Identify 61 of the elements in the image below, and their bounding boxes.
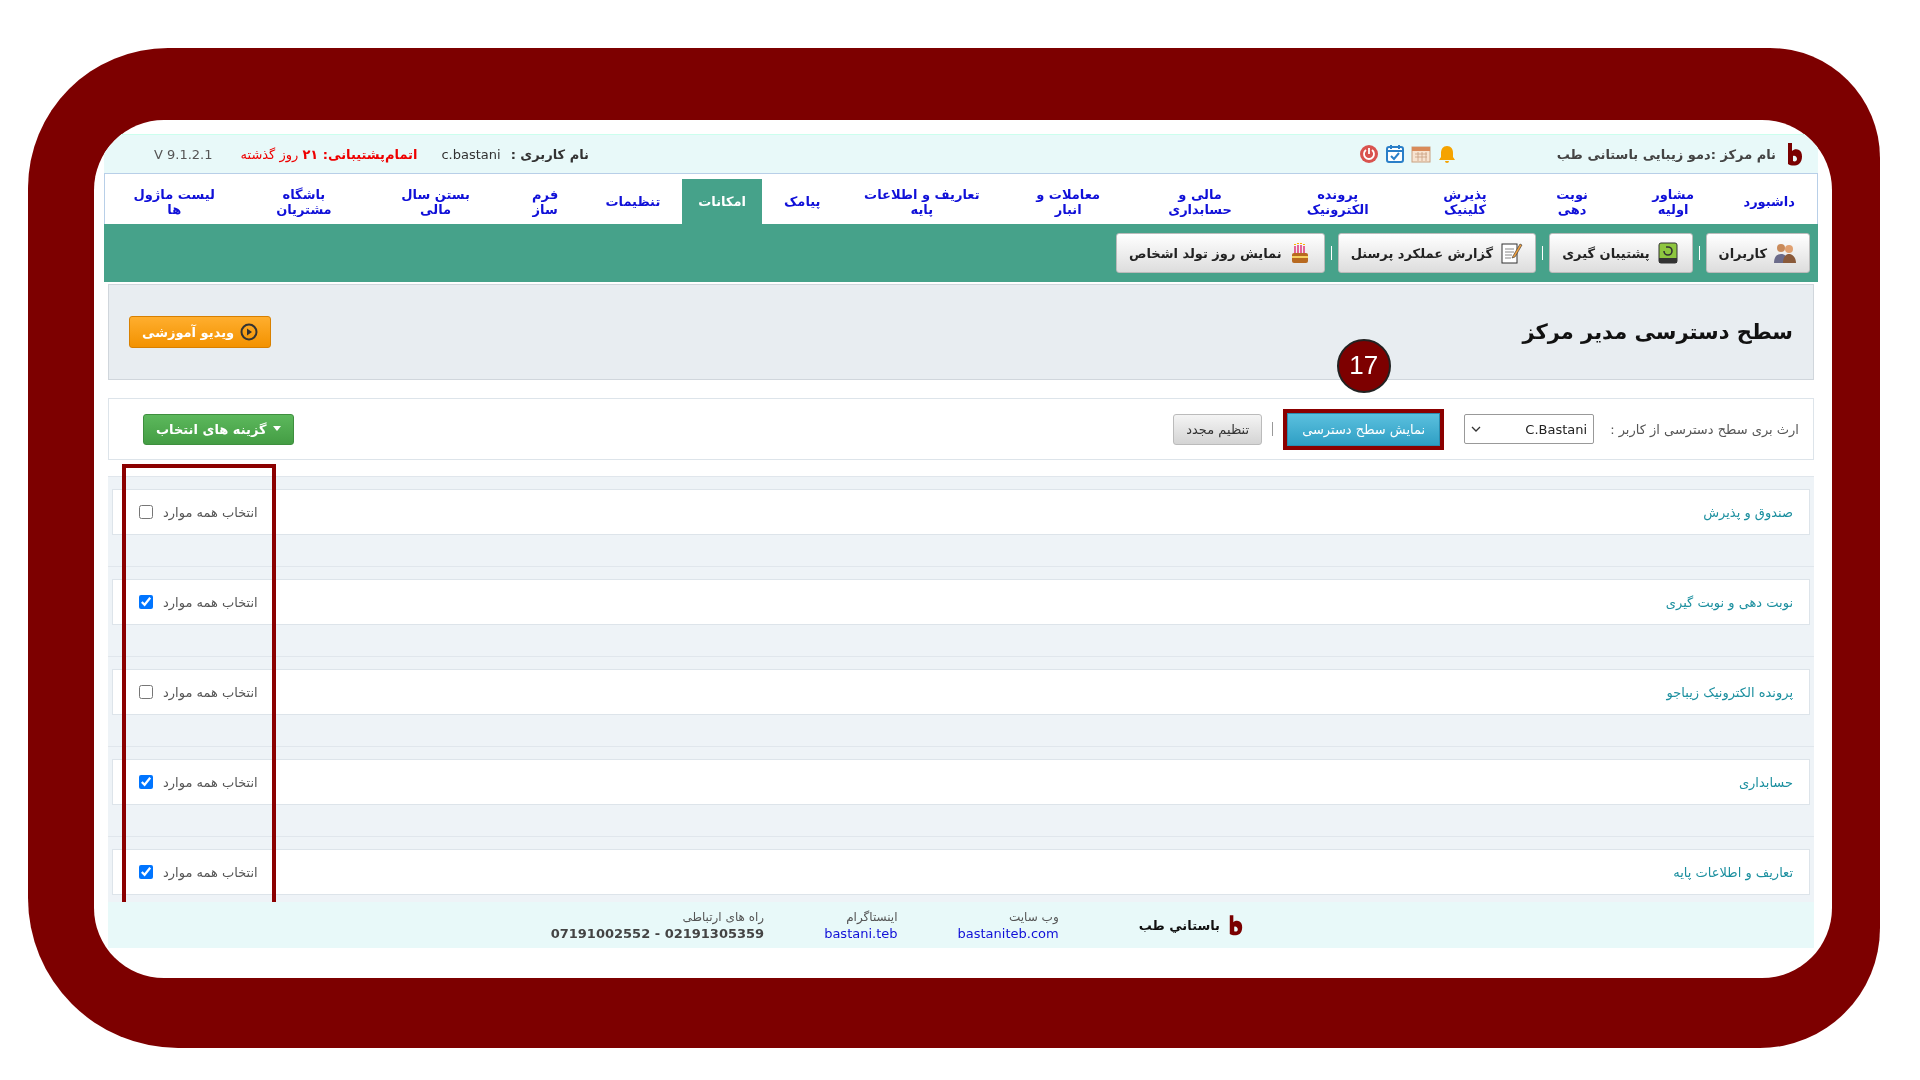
select-all-checkbox[interactable] <box>139 595 153 609</box>
nav-tab[interactable]: داشبورد <box>1731 179 1807 224</box>
bell-icon <box>1436 144 1457 164</box>
nav-tab[interactable]: پیامک <box>772 179 833 224</box>
select-all-checkbox[interactable] <box>139 685 153 699</box>
select-all-checkbox[interactable] <box>139 865 153 879</box>
inherit-label: ارث بری سطح دسترسی از کاربر : <box>1610 421 1799 437</box>
page-title: سطح دسترسی مدیر مرکز <box>1522 320 1793 344</box>
center-name: نام مرکز :دمو زیبایی باستانی طب <box>1556 146 1776 162</box>
select-all-checkbox[interactable] <box>139 775 153 789</box>
phone-numbers: 07191002552 - 02191305359 <box>550 925 765 941</box>
nav-tab[interactable]: پرونده الکترونیک <box>1274 179 1401 224</box>
nav-tab[interactable]: پذیرش کلینیک <box>1410 179 1520 224</box>
logo-icon <box>1228 914 1244 936</box>
section-title[interactable]: نوبت دهی و نوبت گیری <box>1665 594 1793 610</box>
support-status: اتمام‌پشتیبانی: ۲۱ روز گذشته <box>240 146 418 162</box>
power-icon[interactable] <box>1358 144 1379 164</box>
footer-link[interactable]: bastaniteb.com <box>957 925 1059 941</box>
username: c.bastani <box>441 146 501 162</box>
nav-tab[interactable]: تنظیمات <box>593 179 673 224</box>
nav-tab[interactable]: لیست ماژول ها <box>115 179 234 224</box>
select-all-label: انتخاب همه موارد <box>163 774 258 790</box>
section-title[interactable]: تعاریف و اطلاعات پایه <box>1673 864 1793 880</box>
logo-icon <box>1786 142 1804 166</box>
brand-name: باستاني طب <box>1138 917 1220 933</box>
footer-label: وب سایت <box>1007 909 1059 924</box>
version-label: V 9.1.2.1 <box>154 146 213 162</box>
nav-tab[interactable]: تعاریف و اطلاعات پایه <box>842 179 1002 224</box>
toolbar-button[interactable]: کاربران <box>1705 233 1810 273</box>
section-title[interactable]: صندوق و پذیرش <box>1703 504 1793 520</box>
toolbar-button[interactable]: پشتیبان گیری <box>1549 233 1693 273</box>
section-title[interactable]: حسابداری <box>1738 774 1793 790</box>
section-title[interactable]: پرونده الکترونیک زیباجو <box>1666 684 1793 700</box>
select-all-checkbox[interactable] <box>139 505 153 519</box>
nav-tab[interactable]: مشاور اولیه <box>1624 179 1722 224</box>
nav-tab[interactable]: باشگاه مشتریان <box>243 179 365 224</box>
calendar-check-icon <box>1384 144 1405 164</box>
drive-icon <box>1655 241 1680 265</box>
select-all-label: انتخاب همه موارد <box>163 504 258 520</box>
select-all-label: انتخاب همه موارد <box>163 864 258 880</box>
play-icon <box>240 323 259 341</box>
caret-icon <box>272 426 281 432</box>
nav-tab[interactable]: فرم ساز <box>506 179 584 224</box>
nav-tab[interactable]: نوبت دهی <box>1529 179 1615 224</box>
notepad-icon <box>1499 241 1524 265</box>
reset-button[interactable]: تنظیم مجدد <box>1173 413 1263 445</box>
chevron-down-icon <box>1471 425 1482 433</box>
select-all-label: انتخاب همه موارد <box>163 594 258 610</box>
people-icon <box>1773 241 1797 265</box>
footer-label: اینستاگرام <box>845 909 898 924</box>
calendar-icon <box>1410 144 1431 164</box>
toolbar-button[interactable]: گزارش عملکرد پرسنل <box>1337 233 1537 273</box>
footer-link[interactable]: bastani.teb <box>824 925 898 941</box>
username-label: نام کاربری : <box>510 146 589 162</box>
footer-label: راه های ارتباطی <box>681 909 765 924</box>
nav-tab[interactable]: مالی و حسابداری <box>1135 179 1265 224</box>
nav-tab[interactable]: بستن سال مالی <box>374 179 497 224</box>
user-select[interactable]: C.Bastani <box>1464 414 1595 444</box>
select-all-label: انتخاب همه موارد <box>163 684 258 700</box>
toolbar-button[interactable]: نمایش روز تولد اشخاص <box>1115 233 1325 273</box>
nav-tab[interactable]: معاملات و انبار <box>1011 179 1126 224</box>
